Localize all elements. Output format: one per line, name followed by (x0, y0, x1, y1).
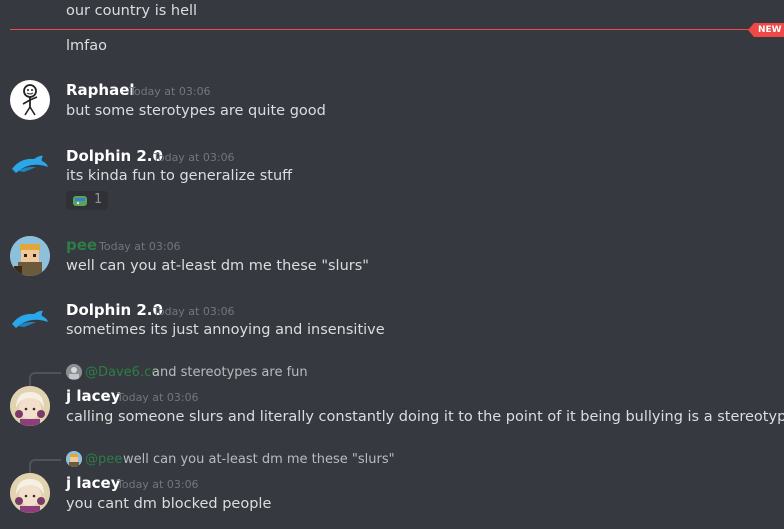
reply-username[interactable]: @pee (85, 452, 122, 467)
timestamp: Today at 03:06 (153, 151, 235, 164)
reply-username[interactable]: @Dave6.co (85, 365, 159, 380)
username[interactable]: Raphael (66, 81, 135, 99)
username[interactable]: Dolphin 2.0 (66, 147, 163, 165)
reaction-count: 1 (94, 192, 103, 207)
timestamp: Today at 03:06 (117, 391, 199, 404)
anime-girl-avatar[interactable] (10, 386, 50, 426)
anime-girl-avatar[interactable] (10, 473, 50, 513)
message-text: lmfao (66, 38, 108, 54)
username[interactable]: pee (66, 236, 97, 254)
message-text: you cant dm blocked people (66, 496, 272, 512)
reply-avatar-icon (66, 364, 82, 380)
message-text: our country is hell (66, 3, 198, 19)
message-text: sometimes its just annoying and insensit… (66, 322, 385, 338)
new-badge: NEW (748, 23, 784, 37)
timestamp: Today at 03:06 (153, 305, 235, 318)
stickman-avatar[interactable] (10, 80, 50, 120)
username[interactable]: Dolphin 2.0 (66, 301, 163, 319)
timestamp: Today at 03:06 (129, 85, 211, 98)
dolphin-avatar[interactable] (10, 146, 50, 186)
timestamp: Today at 03:06 (117, 478, 199, 491)
pixel-character-avatar[interactable] (10, 236, 50, 276)
reply-text[interactable]: well can you at-least dm me these "slurs… (123, 452, 395, 467)
reply-spine (29, 372, 61, 386)
message-text: but some sterotypes are quite good (66, 103, 326, 119)
reply-spine (29, 459, 61, 473)
username[interactable]: j lacey (66, 387, 120, 405)
reaction[interactable]: 1 (66, 191, 108, 210)
reply-avatar-icon (66, 451, 82, 467)
message-text: well can you at-least dm me these "slurs… (66, 258, 369, 274)
dolphin-avatar[interactable] (10, 301, 50, 341)
message-text: calling someone slurs and literally cons… (66, 409, 784, 425)
message-text: its kinda fun to generalize stuff (66, 168, 293, 184)
new-messages-divider (10, 29, 754, 30)
reaction-emoji (72, 193, 88, 212)
timestamp: Today at 03:06 (99, 240, 181, 253)
reply-text[interactable]: and stereotypes are fun (152, 365, 308, 380)
username[interactable]: j lacey (66, 474, 120, 492)
